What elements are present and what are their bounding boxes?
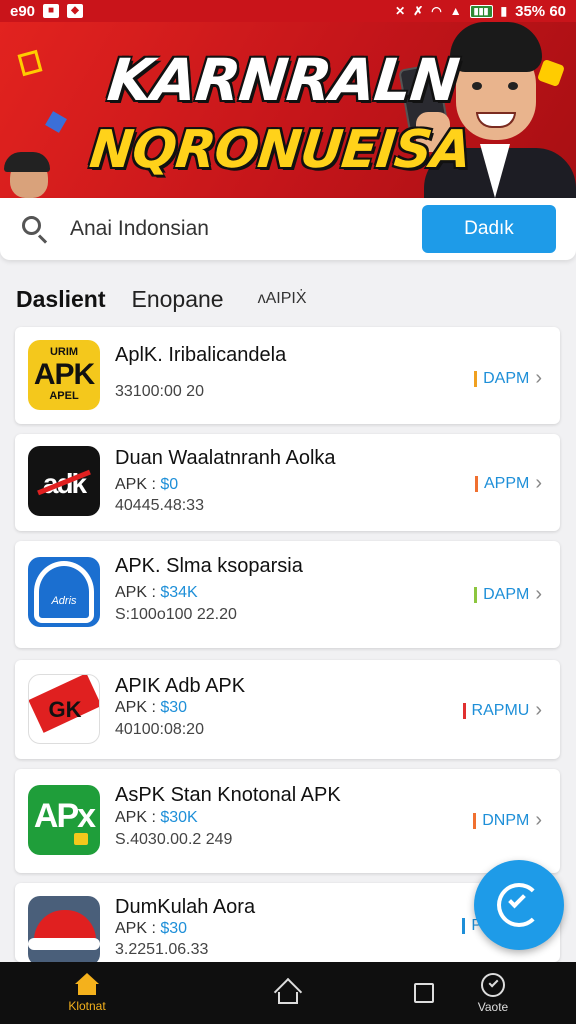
chevron-right-icon: › (535, 809, 542, 831)
status-bar-indicator (474, 475, 478, 492)
download-button[interactable]: RAPMU › (462, 699, 542, 722)
chevron-right-icon: › (535, 367, 542, 389)
download-button[interactable]: DAPM › (474, 367, 542, 390)
list-item[interactable]: APx AsPK Stan Knotonal APK APK : $30K S.… (15, 769, 560, 873)
home-outline-icon (273, 977, 303, 1007)
cube-icon (45, 111, 67, 133)
search-button[interactable]: Dadık (422, 205, 556, 253)
chevron-right-icon: › (535, 472, 542, 494)
download-button[interactable]: DAPM › (474, 583, 542, 606)
adk-app-icon: adk (28, 446, 100, 516)
character-left-illustration (0, 152, 56, 198)
banner-title-line2: NQRONUEISA (86, 120, 474, 180)
app-date: 40445.48:33 (115, 497, 204, 514)
app-price-line: APK : $30 (115, 920, 188, 937)
nav-item-home[interactable] (260, 962, 316, 1024)
app-name: Duan Waalatnranh Aolka (115, 447, 336, 469)
app-date: 33100:00 20 (115, 383, 204, 400)
app-price-line: APK : $30K (115, 809, 198, 826)
notification-icon: ■ (43, 4, 60, 18)
app-name: AplK. Iribalicandela (115, 344, 287, 366)
status-bar-indicator (473, 812, 477, 829)
check-circle-icon (481, 972, 505, 997)
sticker-icon (17, 49, 43, 77)
battery-level-icon: ▮ (500, 4, 508, 18)
banner-title-line1: KARNRALN (104, 46, 462, 114)
square-icon (414, 983, 434, 1003)
app-price-line: APK : $34K (115, 584, 198, 601)
bottom-navigation: Klotnat Vaote (0, 962, 576, 1024)
status-right-text: 35% 60 (515, 2, 566, 20)
chevron-right-icon: › (535, 583, 542, 605)
app-date: 3.2251.06.33 (115, 941, 209, 958)
app-price-line: APK : $0 (115, 476, 179, 493)
adris-app-icon: Adris (28, 557, 100, 627)
promo-banner[interactable]: KARNRALN NQRONUEISA (0, 22, 576, 198)
search-input[interactable]: Anai Indonsian (70, 217, 422, 241)
nav-item-klotnat[interactable]: Klotnat (50, 962, 124, 1024)
app-name: APIK Adb APK (115, 675, 246, 697)
tab-enopane[interactable]: Enopane (131, 286, 223, 313)
wifi-icon: ◠ (431, 4, 442, 18)
app-date: S:100o100 22.20 (115, 606, 237, 623)
battery-icon: ▮▮▮ (469, 4, 493, 18)
refresh-check-icon (497, 883, 541, 927)
status-bar-indicator (474, 586, 478, 603)
search-bar: Anai Indonsian Dadık (0, 198, 576, 260)
download-button[interactable]: DNPM › (473, 809, 542, 832)
tab-aipix[interactable]: ʌAIPIẊ (258, 290, 307, 308)
status-bar-indicator (462, 702, 466, 719)
search-icon[interactable] (20, 214, 50, 244)
app-name: AsPK Stan Knotonal APK (115, 784, 341, 806)
mute-icon: ✗ (413, 4, 424, 18)
category-tabs: Daslient Enopane ʌAIPIẊ (16, 282, 332, 316)
app-name: DumKulah Aora (115, 896, 256, 918)
gk-app-icon: GK (28, 674, 100, 744)
nav-label: Klotnat (68, 999, 106, 1013)
status-bar: e90 ■ ◆ ✕ ✗ ◠ ▲ ▮▮▮ ▮ 35% 60 (0, 0, 576, 22)
nav-item-vaote[interactable]: Vaote (460, 962, 526, 1024)
no-signal-icon: ✕ (395, 4, 406, 18)
list-item[interactable]: adk Duan Waalatnranh Aolka APK : $0 4044… (15, 434, 560, 531)
verified-fab-button[interactable] (474, 860, 564, 950)
status-time: e90 (10, 2, 36, 20)
status-bar-indicator (474, 370, 478, 387)
nav-item-recents[interactable] (396, 962, 452, 1024)
app-price-line: APK : $30 (115, 699, 188, 716)
app-icon: ◆ (67, 4, 84, 18)
app-date: S.4030.00.2 249 (115, 831, 233, 848)
list-item[interactable]: Adris APK. Slma ksoparsia APK : $34K S:1… (15, 541, 560, 648)
nav-label: Vaote (477, 999, 509, 1014)
list-item[interactable]: GK APIK Adb APK APK : $30 40100:08:20 RA… (15, 660, 560, 759)
app-name: APK. Slma ksoparsia (115, 555, 303, 577)
list-item[interactable]: URIM APK APEL AplK. Iribalicandela 33100… (15, 327, 560, 424)
tab-daslient[interactable]: Daslient (16, 286, 105, 313)
apk-app-icon: URIM APK APEL (28, 340, 100, 410)
download-button[interactable]: APPM › (474, 472, 542, 495)
app-date: 40100:08:20 (115, 721, 204, 738)
status-bar-indicator (462, 918, 466, 934)
apx-app-icon: APx (28, 785, 100, 855)
cap-app-icon (28, 896, 100, 966)
signal-icon: ▲ (449, 4, 462, 18)
home-filled-icon (75, 973, 99, 995)
chevron-right-icon: › (535, 699, 542, 721)
